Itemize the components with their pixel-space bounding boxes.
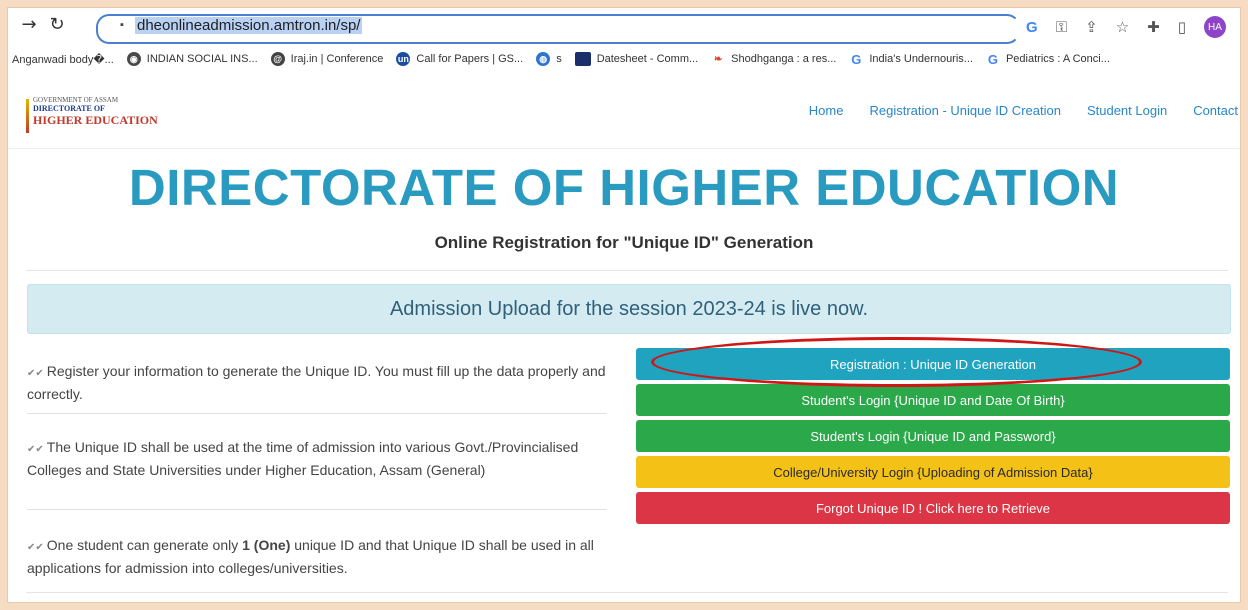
info-text: One student can generate only (46, 537, 243, 553)
logo-line-2: DIRECTORATE OF (33, 104, 105, 113)
bookmark-item[interactable]: ❧ Shodhganga : a res... (711, 52, 836, 66)
gs-icon: un (396, 52, 411, 66)
nav-registration[interactable]: Registration - Unique ID Creation (869, 103, 1060, 118)
logo-emblem (26, 99, 29, 133)
iraj-icon: @ (270, 52, 285, 66)
info-item: ✔✔ Register your information to generate … (27, 361, 607, 404)
action-buttons: Registration : Unique ID Generation Stud… (636, 348, 1230, 528)
divider (27, 509, 607, 510)
registration-button[interactable]: Registration : Unique ID Generation (636, 348, 1230, 380)
bookmark-label: Shodhganga : a res... (731, 53, 837, 65)
nav-student-login[interactable]: Student Login (1087, 103, 1167, 118)
bookmark-label: Anganwadi body�... (12, 53, 114, 66)
address-bar: → ↻ ▪ dheonlineadmission.amtron.in/sp/ G… (8, 8, 1240, 44)
google-icon: G (851, 51, 862, 67)
bookmark-label: s (556, 53, 562, 65)
bookmark-item[interactable]: Datesheet - Comm... (574, 52, 699, 66)
forward-icon[interactable]: → (18, 14, 40, 35)
url-text[interactable]: dheonlineadmission.amtron.in/sp/ (135, 17, 363, 34)
student-login-password-button[interactable]: Student's Login {Unique ID and Password} (636, 420, 1230, 452)
info-text: Register your information to generate th… (27, 363, 606, 402)
bookmark-item[interactable]: @ Iraj.in | Conference (270, 52, 384, 66)
bookmark-item[interactable]: ◉ INDIAN SOCIAL INS... (126, 52, 258, 66)
profile-avatar[interactable]: HA (1204, 16, 1226, 38)
datesheet-icon (574, 52, 591, 66)
bookmark-item[interactable]: Anganwadi body�... (12, 53, 114, 66)
logo-line-1: GOVERNMENT OF ASSAM (33, 96, 119, 104)
bookmark-label: INDIAN SOCIAL INS... (146, 53, 258, 65)
forgot-unique-id-button[interactable]: Forgot Unique ID ! Click here to Retriev… (636, 492, 1230, 524)
dhe-logo[interactable]: GOVERNMENT OF ASSAM DIRECTORATE OF HIGHE… (26, 96, 158, 133)
bookmarks-bar: Anganwadi body�... ◉ INDIAN SOCIAL INS..… (8, 48, 1240, 70)
reload-icon[interactable]: ↻ (46, 14, 68, 35)
bookmark-item[interactable]: G India's Undernouris... (849, 51, 973, 67)
shodhganga-icon: ❧ (713, 53, 723, 65)
browser-frame: → ↻ ▪ dheonlineadmission.amtron.in/sp/ G… (8, 8, 1240, 602)
bookmark-item[interactable]: un Call for Papers | GS... (396, 52, 523, 66)
college-login-button[interactable]: College/University Login {Uploading of A… (636, 456, 1230, 488)
bookmark-label: Iraj.in | Conference (290, 53, 384, 65)
nav-contact[interactable]: Contact (1193, 103, 1238, 118)
nav-home[interactable]: Home (809, 103, 844, 118)
info-item: ✔✔ The Unique ID shall be used at the tim… (27, 437, 607, 480)
page-subtitle: Online Registration for "Unique ID" Gene… (434, 233, 814, 252)
google-icon: G (987, 51, 999, 67)
info-text-bold: 1 (One) (242, 537, 291, 553)
divider (26, 592, 1228, 593)
s-icon: ◍ (536, 52, 551, 66)
bookmark-item[interactable]: G Pediatrics : A Conci... (986, 51, 1110, 67)
session-alert: Admission Upload for the session 2023-24… (27, 284, 1231, 334)
toolbar-icons: G ⚿ ⇪ ☆ ✚ ▯ HA (1026, 16, 1226, 38)
extensions-icon[interactable]: ✚ (1147, 18, 1160, 36)
checkmark-icon: ✔✔ (27, 368, 44, 379)
google-translate-icon[interactable]: G (1026, 19, 1038, 36)
site-info-icon[interactable]: ▪ (120, 19, 124, 31)
bookmark-star-icon[interactable]: ☆ (1116, 18, 1129, 36)
share-icon[interactable]: ⇪ (1085, 18, 1098, 36)
divider (26, 270, 1228, 271)
key-icon[interactable]: ⚿ (1056, 18, 1067, 36)
divider (27, 413, 607, 414)
bookmark-label: India's Undernouris... (869, 53, 973, 65)
info-text: The Unique ID shall be used at the time … (27, 439, 579, 478)
info-item: ✔✔ One student can generate only 1 (One) … (27, 535, 607, 578)
student-login-dob-button[interactable]: Student's Login {Unique ID and Date Of B… (636, 384, 1230, 416)
globe-icon: ◉ (126, 52, 141, 66)
bookmark-label: Call for Papers | GS... (416, 53, 524, 65)
logo-line-3: HIGHER EDUCATION (33, 113, 158, 127)
side-panel-icon[interactable]: ▯ (1178, 18, 1186, 36)
bookmark-label: Datesheet - Comm... (596, 53, 699, 65)
bookmark-item[interactable]: ◍ s (536, 52, 562, 66)
top-nav: Home Registration - Unique ID Creation S… (809, 103, 1238, 118)
page-title: DIRECTORATE OF HIGHER EDUCATION (128, 159, 1120, 216)
checkmark-icon: ✔✔ (27, 542, 44, 553)
bookmark-label: Pediatrics : A Conci... (1005, 53, 1110, 65)
checkmark-icon: ✔✔ (27, 444, 44, 455)
site-header: GOVERNMENT OF ASSAM DIRECTORATE OF HIGHE… (8, 88, 1240, 149)
